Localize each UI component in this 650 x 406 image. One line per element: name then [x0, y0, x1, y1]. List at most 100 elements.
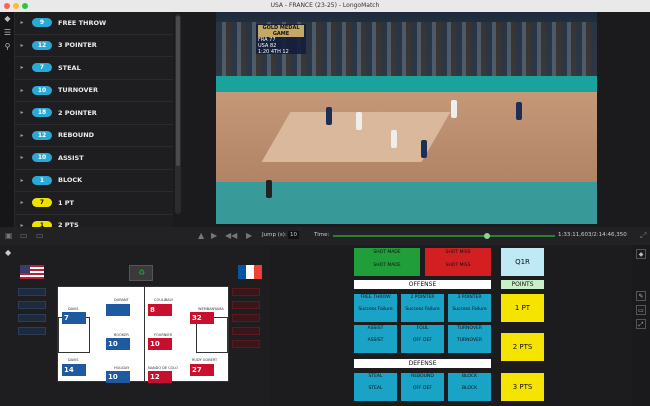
right-toolbar: ◆ ✎ ▭ ⤢ [632, 245, 650, 406]
quarter-button[interactable]: Q1R [501, 248, 544, 276]
video-player-figure [356, 112, 362, 130]
list-icon[interactable]: ☰ [0, 26, 15, 40]
maximize-window-icon[interactable] [22, 3, 28, 9]
player-home[interactable]: 10 [106, 338, 130, 350]
event-list: ▸ 9 FREE THROW ▸ 12 3 POINTER ▸ 7 STEAL ▸ 10 TUR… [15, 12, 173, 237]
window-controls[interactable] [4, 3, 28, 9]
player-name: COULIBALY [154, 298, 174, 302]
player-home[interactable]: 14 [62, 364, 86, 376]
swap-icon[interactable]: ♻ [129, 265, 153, 281]
minimize-window-icon[interactable] [13, 3, 19, 9]
bench-player[interactable] [232, 327, 260, 335]
tag-icon[interactable]: ◆ [0, 12, 15, 26]
jump-input[interactable]: 10 [288, 231, 299, 239]
bench-player[interactable] [18, 301, 46, 309]
expand-arrow-icon[interactable]: ▸ [17, 177, 27, 184]
points-header: POINTS [501, 280, 544, 289]
event-row-rebound[interactable]: ▸ 12 REBOUND [15, 125, 173, 147]
play-icon[interactable]: ▶ [211, 231, 217, 240]
event-row-steal[interactable]: ▸ 7 STEAL [15, 57, 173, 80]
previous-icon[interactable]: ◀◀ [225, 231, 237, 240]
player-name: HOLIDAY [114, 366, 130, 370]
video-player-figure [451, 100, 457, 118]
tag-icon[interactable]: ▣ [5, 231, 13, 240]
expand-arrow-icon[interactable]: ▸ [17, 109, 27, 116]
expand-arrow-icon[interactable]: ▸ [17, 132, 27, 139]
assist-button[interactable]: ASSIST ASSIST [354, 325, 397, 353]
expand-arrow-icon[interactable]: ▸ [17, 87, 27, 94]
bench-player[interactable] [232, 340, 260, 348]
event-label: BLOCK [58, 176, 83, 185]
event-count-badge: 10 [32, 153, 52, 163]
fullscreen-icon[interactable]: ⤢ [640, 231, 646, 241]
rebound-button[interactable]: REBOUND OFF DEF [401, 373, 444, 401]
event-row-turnover[interactable]: ▸ 10 TURNOVER [15, 80, 173, 102]
bench-player[interactable] [18, 327, 46, 335]
bench-player[interactable] [18, 288, 46, 296]
event-label: ASSIST [58, 153, 84, 162]
draw-icon[interactable]: ▲ [198, 231, 204, 240]
zoom-icon[interactable]: ⤢ [636, 319, 646, 329]
player-away[interactable]: 27 [190, 364, 214, 376]
close-window-icon[interactable] [4, 3, 10, 9]
video-player[interactable]: GOLD MEDAL GAME FRA 77 USA 82 1:20 4TH 1… [216, 12, 597, 224]
three-pts-button[interactable]: 3 PTS [501, 373, 544, 401]
event-count-badge: 12 [32, 130, 52, 140]
shot-made-button[interactable]: SHOT MADE SHOT MADE [354, 248, 420, 276]
event-count-badge: 10 [32, 85, 52, 95]
player-away[interactable]: 32 [190, 312, 214, 324]
event-row-1-pt[interactable]: ▸ 7 1 PT [15, 192, 173, 215]
three-pointer-button[interactable]: 3 POINTER Success Failure [448, 294, 491, 322]
event-row-assist[interactable]: ▸ 10 ASSIST [15, 147, 173, 170]
bench-player[interactable] [232, 314, 260, 322]
next-icon[interactable]: ▶ [246, 231, 252, 240]
event-label: REBOUND [58, 131, 95, 140]
expand-arrow-icon[interactable]: ▸ [17, 199, 27, 206]
event-row-block[interactable]: ▸ 1 BLOCK [15, 170, 173, 192]
bench-player[interactable] [18, 314, 46, 322]
timeline-knob[interactable] [484, 233, 490, 239]
event-label: 2 POINTER [58, 108, 97, 117]
video-court-apron [216, 182, 597, 224]
tag-icon[interactable]: ◆ [636, 249, 646, 259]
expand-arrow-icon[interactable]: ▸ [17, 154, 27, 161]
expand-arrow-icon[interactable]: ▸ [17, 64, 27, 71]
left-toolbar: ◆ ☰ ⚲ [0, 12, 15, 242]
event-list-scroll-thumb[interactable] [176, 16, 180, 166]
expand-arrow-icon[interactable]: ▸ [17, 19, 27, 26]
filter-icon[interactable]: ⚲ [0, 40, 15, 54]
player-home[interactable]: 10 [106, 371, 130, 383]
player-home[interactable] [106, 304, 130, 316]
player-away[interactable]: 8 [148, 304, 172, 316]
block-button[interactable]: BLOCK BLOCK [448, 373, 491, 401]
jump-label: Jump (s): [262, 232, 287, 238]
tag-icon[interactable]: ◆ [5, 248, 11, 257]
expand-arrow-icon[interactable]: ▸ [17, 42, 27, 49]
fit-icon[interactable]: ▭ [636, 305, 646, 315]
video-ad-board [216, 76, 597, 92]
player-away[interactable]: 12 [148, 371, 172, 383]
player-home[interactable]: 7 [62, 312, 86, 324]
one-pt-button[interactable]: 1 PT [501, 294, 544, 322]
edit-icon[interactable]: ✎ [636, 291, 646, 301]
event-row-2-pointer[interactable]: ▸ 18 2 POINTER [15, 102, 173, 125]
event-row-free-throw[interactable]: ▸ 9 FREE THROW [15, 12, 173, 35]
event-row-3-pointer[interactable]: ▸ 12 3 POINTER [15, 35, 173, 57]
foul-button[interactable]: FOUL OFF DEF [401, 325, 444, 353]
free-throw-button[interactable]: FREE THROW Success Failure [354, 294, 397, 322]
bench-player[interactable] [232, 288, 260, 296]
two-pts-button[interactable]: 2 PTS [501, 333, 544, 361]
steal-button[interactable]: STEAL STEAL [354, 373, 397, 401]
defense-header: DEFENSE [354, 359, 491, 368]
usa-flag-icon: ▭ [20, 231, 28, 240]
player-away[interactable]: 10 [148, 338, 172, 350]
player-name: BOOKER [114, 333, 129, 337]
video-player-figure [391, 130, 397, 148]
shot-miss-button[interactable]: SHOT MISS SHOT MISS [425, 248, 491, 276]
two-pointer-button[interactable]: 2 POINTER Success Failure [401, 294, 444, 322]
video-referee-figure [266, 180, 272, 198]
scoreboard-header: GOLD MEDAL GAME [258, 25, 304, 37]
turnover-button[interactable]: TURNOVER TURNOVER [448, 325, 491, 353]
timeline-slider[interactable] [333, 235, 555, 237]
bench-player[interactable] [232, 301, 260, 309]
